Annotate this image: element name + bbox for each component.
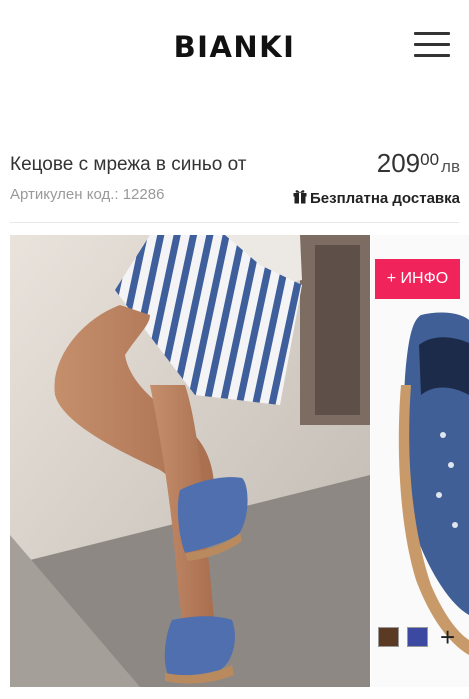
product-photo-shoe[interactable] — [371, 235, 469, 687]
price-fraction: 00 — [420, 150, 440, 169]
gift-icon — [293, 189, 307, 208]
divider — [10, 222, 459, 223]
product-info: Кецове с мрежа в синьо от 20900 лв Артику… — [0, 140, 469, 222]
info-button[interactable]: + ИНФО — [375, 259, 460, 299]
product-price: 20900 лв — [377, 148, 460, 179]
swatch-brown[interactable] — [378, 627, 399, 647]
price-currency: лв — [441, 157, 460, 176]
sku-value: 12286 — [122, 186, 165, 203]
swatch-blue[interactable] — [407, 627, 428, 647]
color-swatches: + — [378, 624, 455, 650]
price-whole: 209 — [376, 148, 421, 178]
more-colors-button[interactable]: + — [440, 624, 455, 650]
logo[interactable]: BIANKI — [0, 30, 469, 64]
header: BIANKI — [0, 0, 469, 95]
sku: Артикулен код.: 12286 — [10, 186, 164, 203]
free-shipping: Безплатна доставка — [293, 189, 460, 208]
product-title: Кецове с мрежа в синьо от — [10, 154, 247, 175]
sku-label: Артикулен код.: — [10, 186, 119, 203]
product-photo-model[interactable] — [10, 235, 370, 687]
hamburger-icon[interactable] — [414, 32, 450, 58]
shipping-label: Безплатна доставка — [309, 190, 460, 207]
